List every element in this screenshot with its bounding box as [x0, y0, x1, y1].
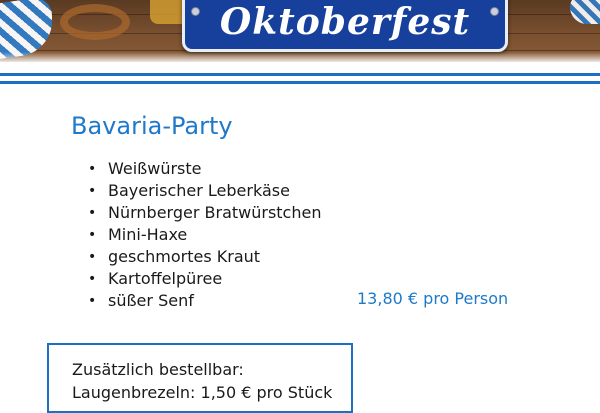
banner-fade	[0, 52, 600, 62]
menu-item-label: Weißwürste	[108, 159, 202, 178]
header-rule-top	[0, 73, 600, 76]
bullet: •	[88, 161, 97, 177]
pretzel-decoration	[60, 4, 130, 40]
oktoberfest-sign: Oktoberfest	[182, 0, 508, 52]
menu-title: Bavaria-Party	[71, 112, 233, 140]
menu-item: • Nürnberger Bratwürstchen	[88, 202, 321, 224]
header-rule-bottom	[0, 81, 600, 84]
bullet: •	[88, 271, 97, 287]
menu-item: • Bayerischer Leberkäse	[88, 180, 321, 202]
extras-box: Zusätzlich bestellbar: Laugenbrezeln: 1,…	[47, 343, 353, 413]
menu-item-label: Bayerischer Leberkäse	[108, 181, 290, 200]
menu-item: • Weißwürste	[88, 158, 321, 180]
menu-item-label: geschmortes Kraut	[108, 247, 261, 266]
menu-item-label: Kartoffelpüree	[108, 269, 223, 288]
menu-item: • süßer Senf	[88, 290, 321, 312]
bullet: •	[88, 205, 97, 221]
menu-item-label: Nürnberger Bratwürstchen	[108, 203, 322, 222]
extras-heading: Zusätzlich bestellbar:	[72, 360, 244, 379]
menu-item: • Kartoffelpüree	[88, 268, 321, 290]
bavarian-flag-right	[570, 0, 600, 24]
bullet: •	[88, 183, 97, 199]
menu-items-list: • Weißwürste • Bayerischer Leberkäse • Nürn…	[88, 158, 321, 312]
bullet: •	[88, 293, 97, 309]
bullet: •	[88, 249, 97, 265]
extras-pretzel-price: Laugenbrezeln: 1,50 € pro Stück	[72, 383, 333, 402]
menu-item: • geschmortes Kraut	[88, 246, 321, 268]
menu-item: • Mini-Haxe	[88, 224, 321, 246]
banner-title: Oktoberfest	[219, 1, 471, 43]
price-per-person: 13,80 € pro Person	[357, 289, 509, 308]
oktoberfest-banner: Oktoberfest	[0, 0, 600, 62]
bullet: •	[88, 227, 97, 243]
menu-item-label: Mini-Haxe	[108, 225, 188, 244]
menu-item-label: süßer Senf	[108, 291, 194, 310]
